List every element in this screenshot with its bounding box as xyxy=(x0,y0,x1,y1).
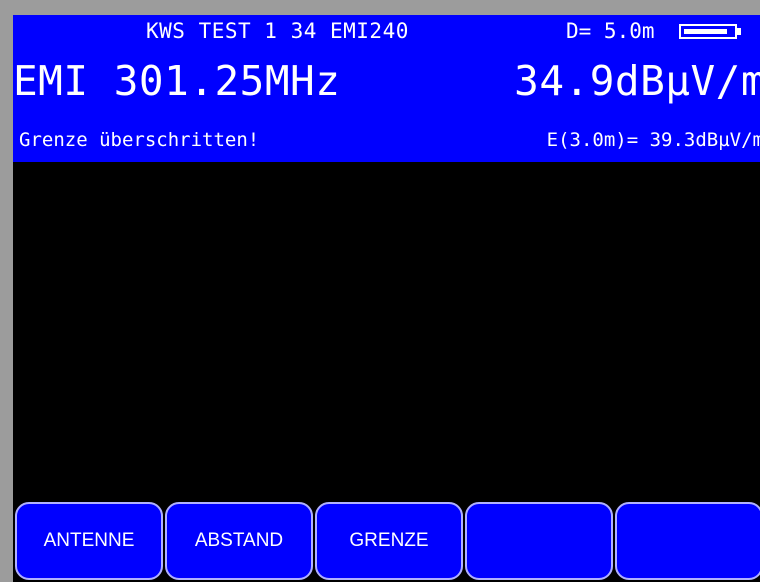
display-screen: KWS TEST 1 34 EMI240 D= 5.0m EMI 301.25M… xyxy=(13,15,760,582)
softkey-5[interactable] xyxy=(615,502,760,580)
softkey-4[interactable] xyxy=(465,502,613,580)
softkey-bar: ANTENNE ABSTAND GRENZE xyxy=(13,502,760,582)
level-readout: 34.9dBµV/m xyxy=(514,57,760,105)
limit-status: Grenze überschritten! xyxy=(19,129,260,151)
grenze-softkey[interactable]: GRENZE xyxy=(315,502,463,580)
device-frame: KWS TEST 1 34 EMI240 D= 5.0m EMI 301.25M… xyxy=(0,0,760,582)
battery-icon xyxy=(679,24,741,39)
distance-readout: D= 5.0m xyxy=(566,19,655,43)
measurement-header: KWS TEST 1 34 EMI240 D= 5.0m EMI 301.25M… xyxy=(13,15,760,162)
battery-fill xyxy=(684,29,727,34)
field-strength-readout: E(3.0m)= 39.3dBµV/m xyxy=(546,129,760,151)
antenne-softkey[interactable]: ANTENNE xyxy=(15,502,163,580)
measurement-title: KWS TEST 1 34 EMI240 xyxy=(146,19,409,43)
battery-body xyxy=(679,24,737,39)
battery-tip xyxy=(737,28,741,35)
abstand-softkey[interactable]: ABSTAND xyxy=(165,502,313,580)
mode-frequency: EMI 301.25MHz xyxy=(13,57,341,105)
